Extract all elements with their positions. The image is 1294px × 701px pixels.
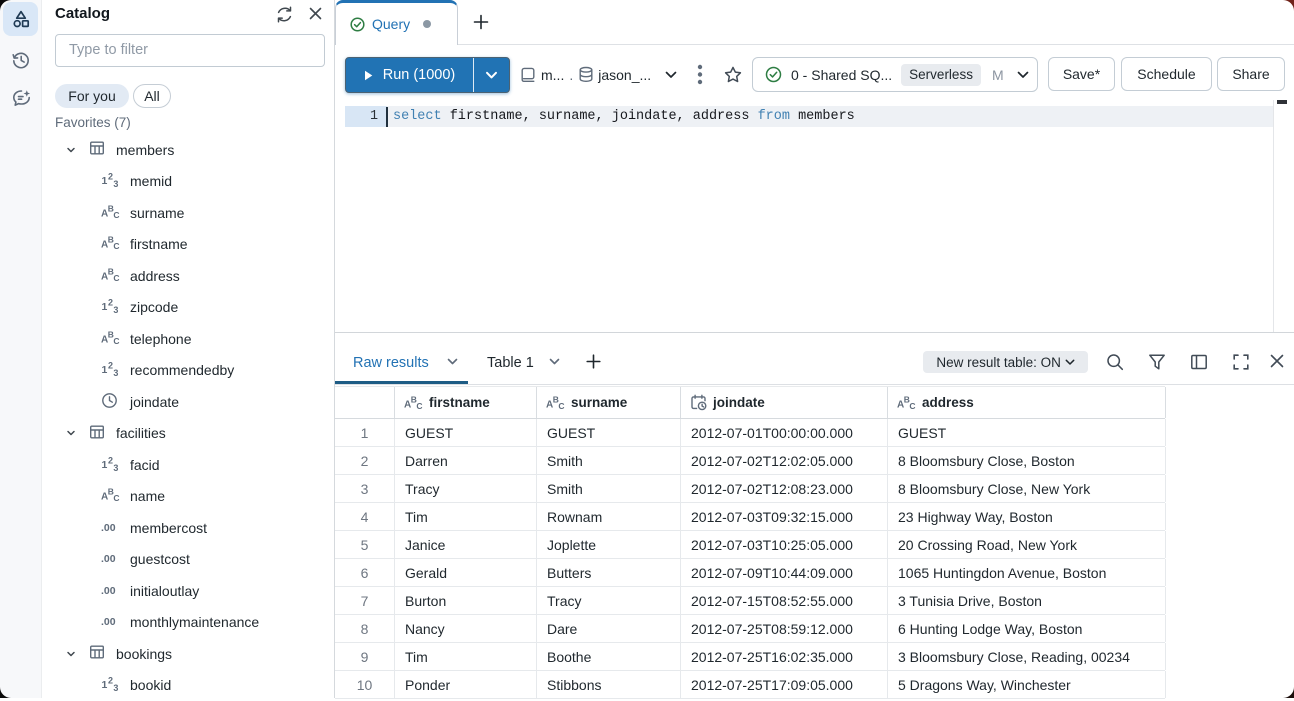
svg-text:3: 3 — [113, 683, 118, 692]
svg-text:C: C — [113, 210, 119, 220]
svg-text:2: 2 — [108, 455, 113, 465]
svg-text:.00: .00 — [101, 616, 116, 628]
svg-text:2: 2 — [108, 298, 113, 308]
svg-text:2: 2 — [108, 361, 113, 371]
svg-text:.00: .00 — [101, 553, 116, 565]
svg-text:C: C — [113, 336, 119, 346]
svg-text:2: 2 — [108, 676, 113, 686]
svg-text:1: 1 — [102, 301, 108, 313]
svg-text:C: C — [113, 241, 119, 251]
svg-text:C: C — [558, 401, 564, 411]
svg-text:3: 3 — [113, 179, 118, 188]
svg-text:.00: .00 — [101, 522, 116, 534]
svg-text:C: C — [113, 493, 119, 503]
svg-text:1: 1 — [102, 459, 108, 471]
svg-text:C: C — [416, 401, 422, 411]
svg-text:.00: .00 — [101, 585, 116, 597]
svg-text:1: 1 — [102, 679, 108, 691]
svg-text:1: 1 — [102, 175, 108, 187]
svg-text:C: C — [113, 273, 119, 283]
svg-text:2: 2 — [108, 172, 113, 182]
svg-text:C: C — [909, 401, 915, 411]
svg-text:3: 3 — [113, 463, 118, 472]
svg-text:3: 3 — [113, 368, 118, 377]
svg-text:3: 3 — [113, 305, 118, 314]
svg-text:1: 1 — [102, 364, 108, 376]
